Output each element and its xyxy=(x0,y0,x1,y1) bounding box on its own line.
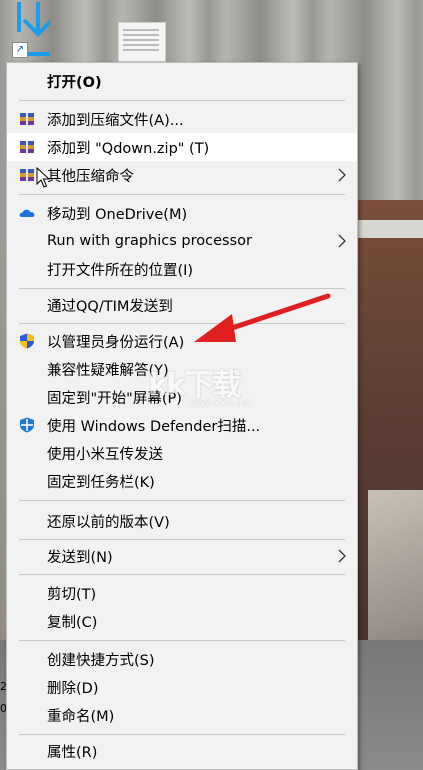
menu-item-open[interactable]: 打开(O) xyxy=(7,67,357,95)
mouse-cursor-icon xyxy=(36,167,50,188)
menu-separator xyxy=(19,734,345,735)
menu-item-move-to-onedrive[interactable]: 移动到 OneDrive(M) xyxy=(7,199,357,227)
archive-icon xyxy=(20,113,34,125)
menu-item-label: 以管理员身份运行(A) xyxy=(47,334,185,351)
menu-item-other-compress-commands[interactable]: 其他压缩命令 xyxy=(7,161,357,189)
onedrive-cloud-icon xyxy=(19,209,35,217)
menu-item-label: 创建快捷方式(S) xyxy=(47,652,155,669)
menu-separator xyxy=(19,574,345,575)
annotation-arrow-icon xyxy=(194,293,331,342)
menu-item-label: 删除(D) xyxy=(47,680,99,697)
menu-item-label: 通过QQ/TIM发送到 xyxy=(47,298,173,315)
menu-item-add-to-archive[interactable]: 添加到压缩文件(A)... xyxy=(7,105,357,133)
menu-item-create-shortcut[interactable]: 创建快捷方式(S) xyxy=(7,645,357,673)
menu-item-label: 剪切(T) xyxy=(47,586,97,603)
menu-separator xyxy=(19,194,345,195)
menu-item-rename[interactable]: 重命名(M) xyxy=(7,701,357,729)
menu-item-label: 还原以前的版本(V) xyxy=(47,514,170,531)
menu-item-label: 固定到任务栏(K) xyxy=(47,474,155,491)
archive-icon xyxy=(20,141,34,153)
menu-item-open-file-location[interactable]: 打开文件所在的位置(I) xyxy=(7,255,357,283)
shortcut-arrow-icon: ↗ xyxy=(12,42,28,58)
menu-item-label: 添加到 "Qdown.zip" (T) xyxy=(47,140,210,157)
menu-item-copy[interactable]: 复制(C) xyxy=(7,607,357,635)
menu-separator xyxy=(19,539,345,540)
menu-separator xyxy=(19,640,345,641)
menu-item-pin-to-taskbar[interactable]: 固定到任务栏(K) xyxy=(7,467,357,495)
menu-item-run-with-graphics-processor[interactable]: Run with graphics processor xyxy=(7,227,357,255)
background-beam xyxy=(350,220,423,238)
menu-item-label: 移动到 OneDrive(M) xyxy=(47,206,188,223)
menu-item-label: 发送到(N) xyxy=(47,549,113,566)
chevron-right-icon xyxy=(338,234,346,248)
menu-separator xyxy=(19,500,345,501)
menu-item-label: 重命名(M) xyxy=(47,708,115,725)
menu-item-label: 打开文件所在的位置(I) xyxy=(47,262,194,279)
menu-item-label: 使用小米互传发送 xyxy=(47,446,163,463)
chevron-right-icon xyxy=(338,168,346,182)
menu-item-cut[interactable]: 剪切(T) xyxy=(7,579,357,607)
document-desktop-icon[interactable] xyxy=(118,22,166,62)
menu-item-label: 添加到压缩文件(A)... xyxy=(47,112,184,129)
defender-shield-icon xyxy=(20,417,34,433)
menu-separator xyxy=(19,288,345,289)
chevron-right-icon xyxy=(338,549,346,563)
menu-item-send-to[interactable]: 发送到(N) xyxy=(7,542,357,570)
watermark-url: www.kkx.net xyxy=(188,398,252,409)
menu-item-xiaomi-share[interactable]: 使用小米互传发送 xyxy=(7,439,357,467)
watermark: kk下载 www.kkx.net xyxy=(148,360,258,420)
menu-item-label: 属性(R) xyxy=(47,744,98,761)
menu-item-restore-previous-versions[interactable]: 还原以前的版本(V) xyxy=(7,507,357,535)
menu-separator xyxy=(19,100,345,101)
background-stone xyxy=(368,490,423,640)
menu-item-add-to-qdown-zip[interactable]: 添加到 "Qdown.zip" (T) xyxy=(7,133,357,161)
archive-icon xyxy=(20,169,34,181)
menu-item-label: 打开(O) xyxy=(47,74,102,91)
menu-item-label: Run with graphics processor xyxy=(47,233,252,249)
menu-item-delete[interactable]: 删除(D) xyxy=(7,673,357,701)
menu-item-label: 复制(C) xyxy=(47,614,98,631)
uac-shield-icon xyxy=(20,333,34,349)
menu-item-properties[interactable]: 属性(R) xyxy=(7,737,357,765)
menu-item-label: 其他压缩命令 xyxy=(47,168,134,185)
